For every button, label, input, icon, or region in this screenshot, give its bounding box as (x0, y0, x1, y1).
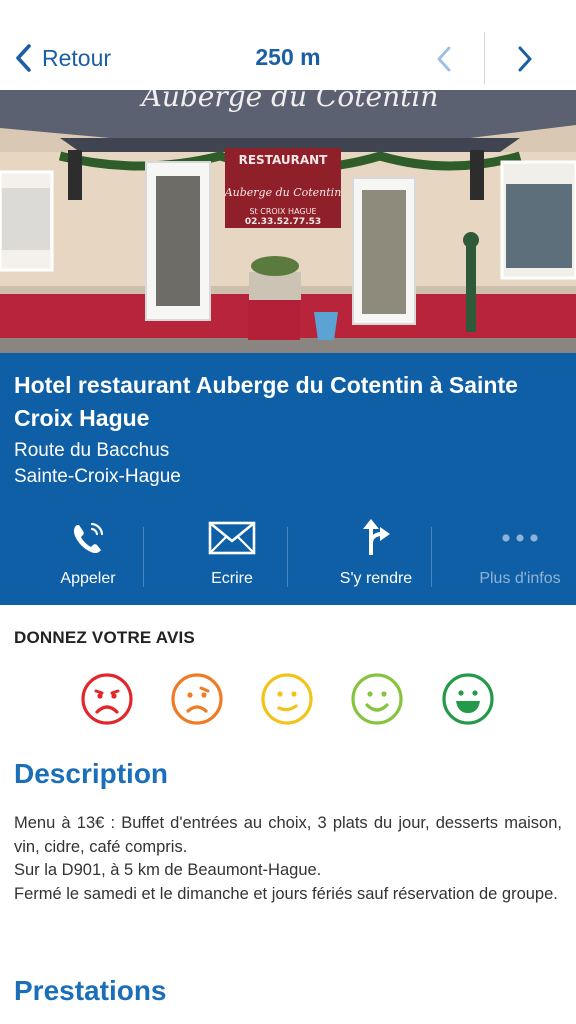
phone-icon (73, 522, 104, 554)
more-info-button[interactable]: Plus d'infos (448, 513, 576, 593)
description-heading: Description (14, 758, 169, 789)
smile-icon[interactable] (350, 672, 404, 726)
distance-label: 250 m (255, 44, 321, 70)
directions-label: S'y rendre (339, 570, 413, 587)
action-divider (287, 527, 288, 587)
call-label: Appeler (60, 570, 116, 587)
write-button[interactable]: Ecrire (160, 513, 304, 593)
action-divider (143, 527, 144, 587)
chevron-left-icon (437, 46, 451, 72)
call-button[interactable]: Appeler (16, 513, 160, 593)
directions-icon (363, 519, 390, 555)
next-button[interactable] (509, 42, 541, 76)
address-line-2: Sainte-Croix-Hague (14, 466, 181, 487)
action-bar: Appeler Ecrire S'y rendre Plus d'infos (0, 513, 576, 593)
sign-place-text: St CROIX HAGUE (249, 207, 316, 216)
nav-divider (484, 32, 485, 84)
place-info-panel: Hotel restaurant Auberge du Cotentin à S… (0, 353, 576, 605)
description-line: Sur la D901, à 5 km de Beaumont-Hague. (14, 861, 322, 879)
envelope-icon (208, 521, 256, 555)
sad-icon[interactable] (170, 672, 224, 726)
address-line-1: Route du Bacchus (14, 440, 170, 461)
description-line: Menu à 13€ : Buffet d'entrées au choix, … (14, 814, 562, 856)
more-icon (502, 534, 538, 542)
sign-phone-text: 02.33.52.77.53 (245, 217, 321, 227)
sign-restaurant-text: RESTAURANT (239, 153, 329, 167)
top-bar: Retour 250 m (0, 0, 576, 90)
action-divider (431, 527, 432, 587)
very-sad-icon[interactable] (80, 672, 134, 726)
chevron-right-icon (518, 46, 532, 72)
description-text: Menu à 13€ : Buffet d'entrées au choix, … (14, 812, 562, 906)
description-line: Fermé le samedi et le dimanche et jours … (14, 884, 558, 903)
prestations-heading: Prestations (14, 975, 167, 1006)
previous-button[interactable] (428, 42, 460, 76)
happy-icon[interactable] (441, 672, 495, 726)
roof-sign-text: Auberge du Cotentin (139, 90, 439, 113)
directions-button[interactable]: S'y rendre (304, 513, 448, 593)
rating-title: DONNEZ VOTRE AVIS (14, 628, 195, 647)
rating-options (0, 670, 576, 726)
more-info-label: Plus d'infos (479, 570, 561, 587)
write-label: Ecrire (211, 570, 253, 587)
sign-name-text: Auberge du Cotentin (224, 186, 342, 199)
neutral-icon[interactable] (260, 672, 314, 726)
place-photo: Auberge du Cotentin RESTAURANT Auberge d… (0, 90, 576, 353)
place-title: Hotel restaurant Auberge du Cotentin à S… (14, 372, 518, 431)
